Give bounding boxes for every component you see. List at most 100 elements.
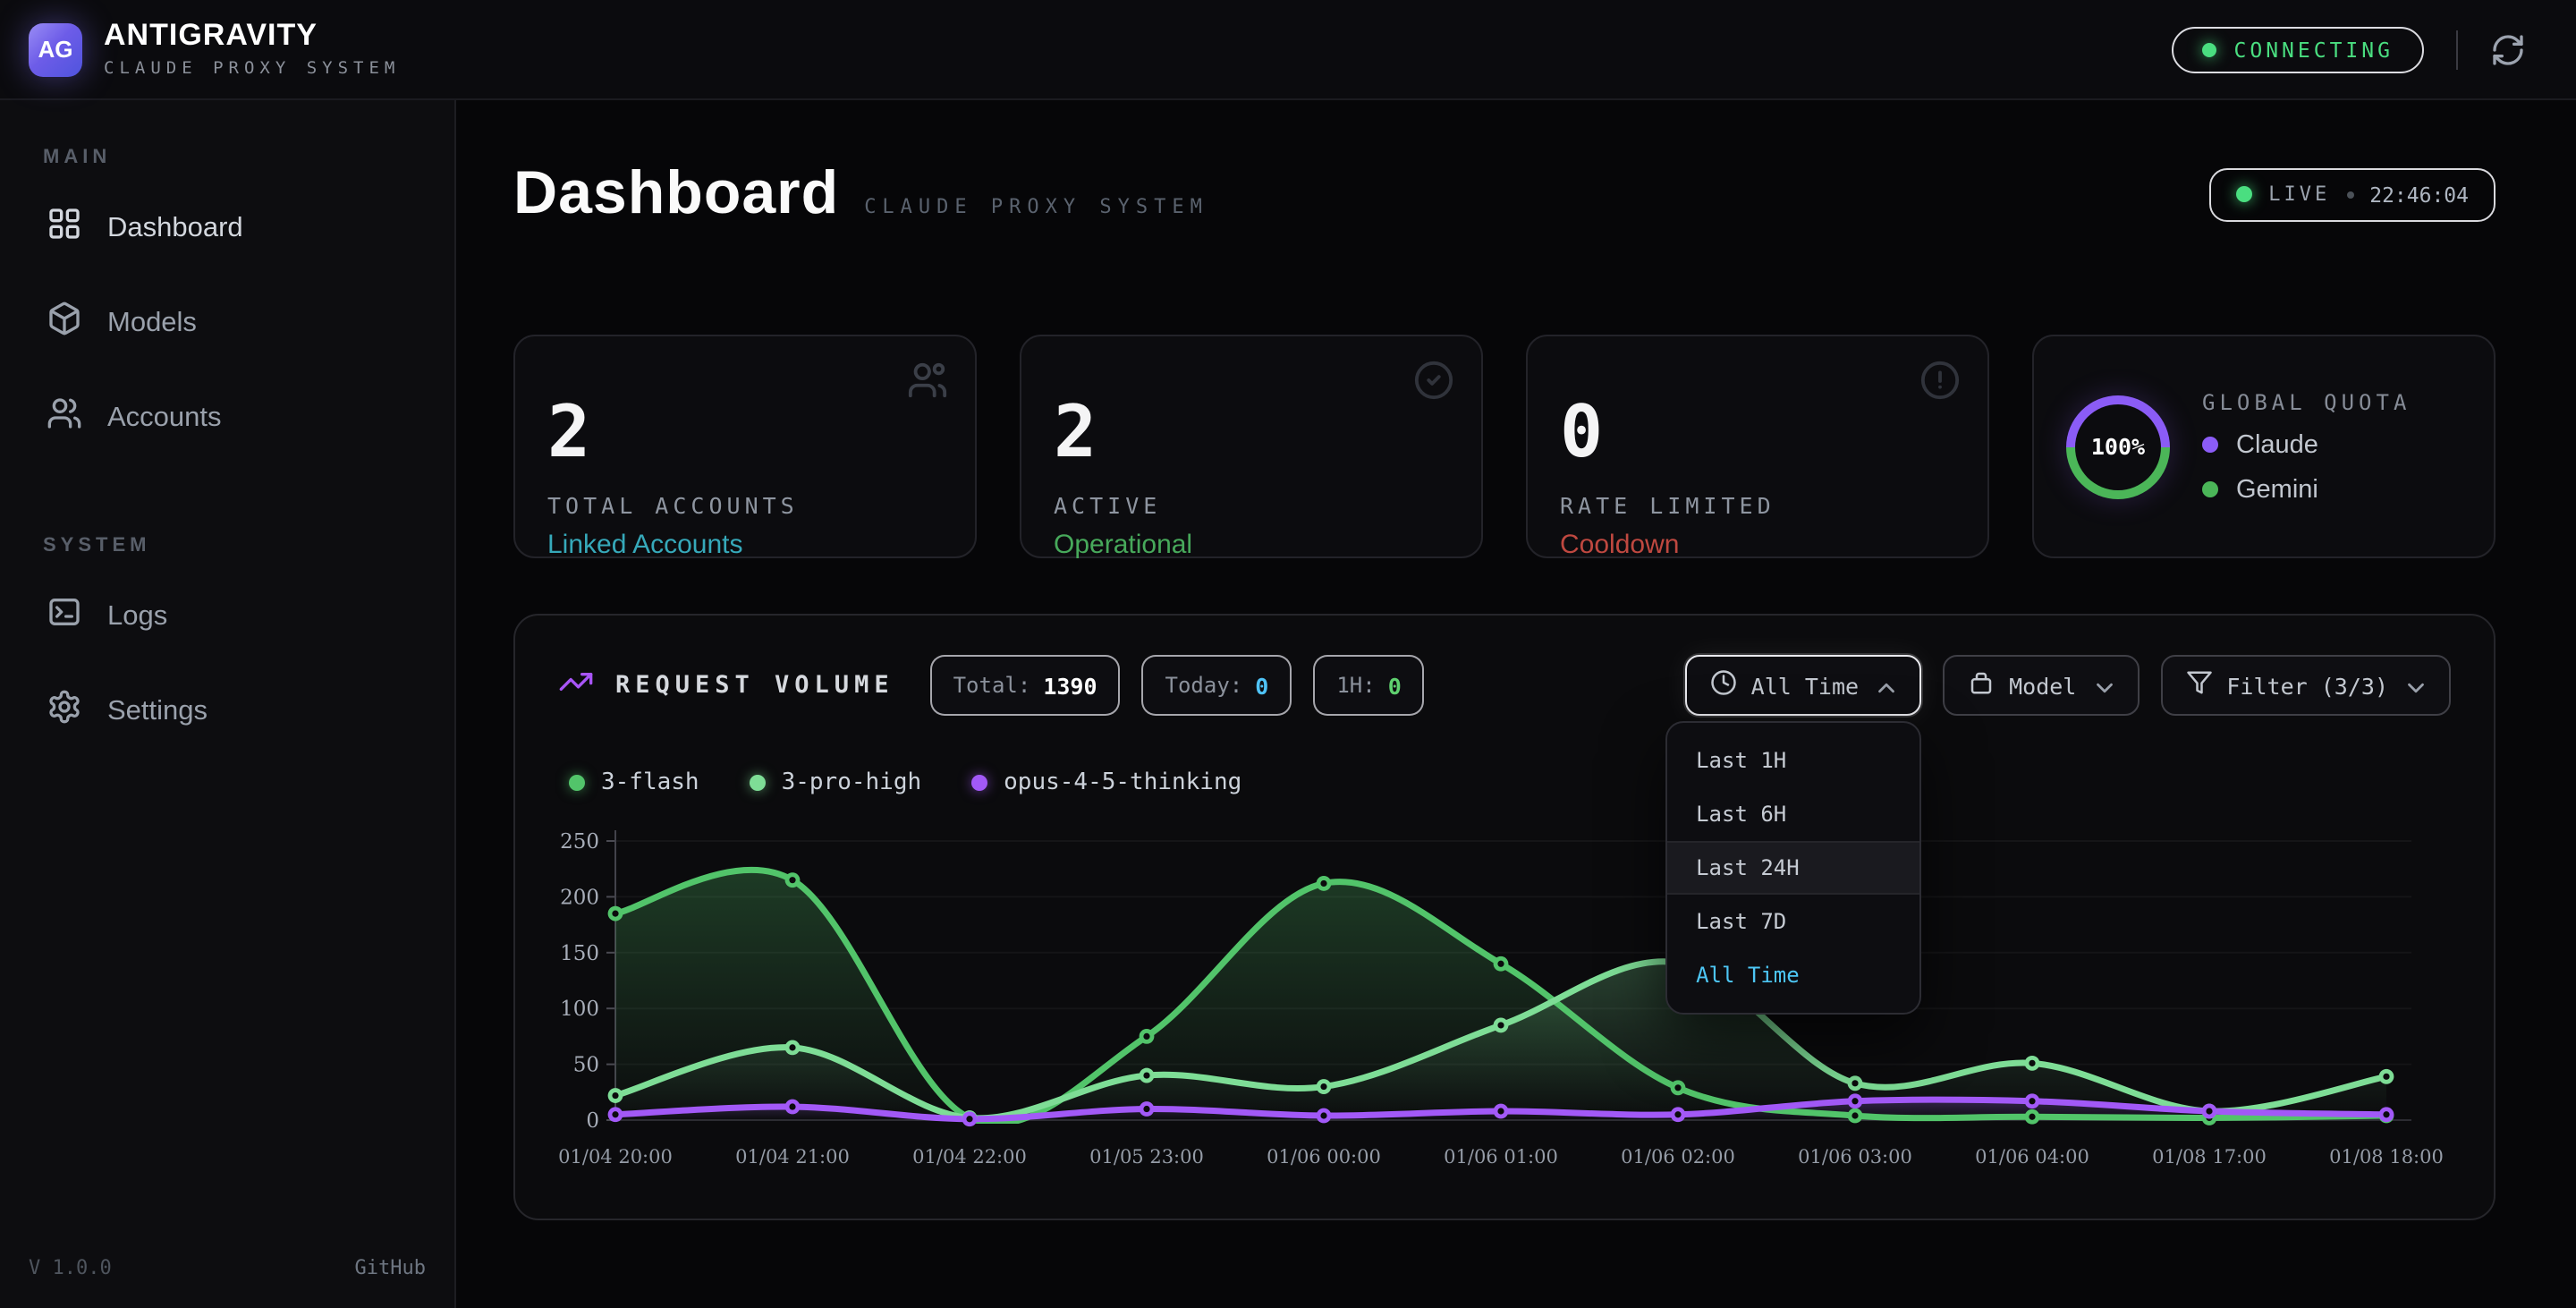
stat-cards-row: 2 TOTAL ACCOUNTS Linked Accounts 2 ACTIV…	[513, 335, 2496, 558]
stat-value: 0	[1560, 397, 1955, 469]
layout-grid-icon	[47, 206, 82, 251]
app-subtitle: CLAUDE PROXY SYSTEM	[104, 59, 400, 79]
svg-text:01/06 00:00: 01/06 00:00	[1267, 1146, 1381, 1168]
svg-text:01/06 03:00: 01/06 03:00	[1798, 1146, 1912, 1168]
sidebar-item-logs[interactable]: Logs	[29, 574, 426, 658]
chip-value: 0	[1255, 672, 1268, 699]
quota-item-gemini: Gemini	[2202, 475, 2411, 504]
svg-text:01/08 18:00: 01/08 18:00	[2329, 1146, 2444, 1168]
cube-icon	[47, 301, 82, 345]
total-chip: Total: 1390	[930, 655, 1121, 716]
live-separator-dot	[2346, 191, 2353, 198]
sidebar-item-models[interactable]: Models	[29, 281, 426, 365]
sidebar-item-label: Models	[107, 307, 197, 339]
svg-text:150: 150	[560, 942, 599, 965]
refresh-icon[interactable]	[2490, 31, 2526, 67]
panel-header: REQUEST VOLUME Total: 1390 Today: 0 1H: …	[558, 655, 2451, 716]
live-label: LIVE	[2268, 183, 2330, 206]
stat-sublabel: Cooldown	[1560, 530, 1955, 560]
svg-text:100: 100	[560, 998, 599, 1021]
gemini-dot	[2202, 481, 2218, 497]
users-icon	[907, 360, 948, 410]
clock-icon	[1710, 669, 1737, 701]
svg-text:50: 50	[573, 1054, 599, 1077]
live-status-badge: LIVE 22:46:04	[2209, 167, 2496, 221]
page-subtitle: CLAUDE PROXY SYSTEM	[864, 195, 1208, 218]
svg-text:0: 0	[586, 1109, 599, 1133]
trending-up-icon	[558, 664, 594, 707]
check-circle-icon	[1413, 360, 1454, 410]
chart-legend: 3-flash 3-pro-high opus-4-5-thinking	[569, 769, 2451, 796]
quota-item-label: Gemini	[2236, 475, 2318, 504]
stat-label: RATE LIMITED	[1560, 492, 1955, 519]
dropdown-item-last-1h[interactable]: Last 1H	[1667, 734, 1919, 787]
chip-label: 1H:	[1336, 673, 1375, 698]
connection-label: CONNECTING	[2234, 37, 2394, 62]
request-volume-panel: REQUEST VOLUME Total: 1390 Today: 0 1H: …	[513, 614, 2496, 1220]
live-clock: 22:46:04	[2369, 182, 2469, 207]
dropdown-item-all-time[interactable]: All Time	[1667, 948, 1919, 1002]
app-window: AG ANTIGRAVITY CLAUDE PROXY SYSTEM CONNE…	[0, 0, 2576, 1308]
svg-text:01/05 23:00: 01/05 23:00	[1089, 1146, 1204, 1168]
topbar-actions: CONNECTING	[2172, 26, 2527, 72]
quota-item-label: Claude	[2236, 430, 2318, 459]
one-hour-chip: 1H: 0	[1313, 655, 1424, 716]
series-dot	[750, 775, 766, 791]
legend-label: opus-4-5-thinking	[1004, 769, 1241, 796]
sidebar: MAIN Dashboard Models	[0, 100, 456, 1308]
app-logo-text: AG	[38, 36, 73, 63]
sidebar-section-system: SYSTEM	[43, 535, 411, 556]
dropdown-item-last-7d[interactable]: Last 7D	[1667, 895, 1919, 948]
chevron-up-icon	[1873, 674, 1896, 697]
connection-status: CONNECTING	[2172, 26, 2425, 72]
sidebar-item-label: Accounts	[107, 402, 222, 434]
chevron-down-icon	[2090, 674, 2114, 697]
quota-title: GLOBAL QUOTA	[2202, 389, 2411, 414]
time-range-dropdown: Last 1H Last 6H Last 24H Last 7D All Tim…	[1665, 721, 1921, 1015]
quota-legend: GLOBAL QUOTA Claude Gemini	[2202, 389, 2411, 504]
sidebar-section-main: MAIN	[43, 147, 411, 168]
stat-card-rate-limited: 0 RATE LIMITED Cooldown	[1526, 335, 1989, 558]
legend-label: 3-flash	[601, 769, 699, 796]
sidebar-item-accounts[interactable]: Accounts	[29, 376, 426, 460]
claude-dot	[2202, 437, 2218, 453]
today-chip: Today: 0	[1142, 655, 1292, 716]
connection-dot	[2202, 42, 2216, 56]
page-header: Dashboard CLAUDE PROXY SYSTEM LIVE 22:46…	[513, 159, 2496, 229]
app-name: ANTIGRAVITY	[104, 20, 400, 53]
sidebar-item-label: Logs	[107, 600, 167, 633]
page-title-group: Dashboard CLAUDE PROXY SYSTEM	[513, 159, 1208, 229]
time-range-button[interactable]: All Time	[1685, 655, 1921, 716]
sidebar-item-dashboard[interactable]: Dashboard	[29, 186, 426, 270]
chip-value: 1390	[1043, 672, 1097, 699]
dropdown-item-last-24h[interactable]: Last 24H	[1667, 841, 1919, 895]
model-box-icon	[1968, 669, 1995, 701]
sidebar-footer: V 1.0.0 GitHub	[29, 1256, 426, 1279]
svg-text:01/06 04:00: 01/06 04:00	[1975, 1146, 2089, 1168]
users-icon	[47, 395, 82, 440]
legend-item-opus-4-5-thinking[interactable]: opus-4-5-thinking	[971, 769, 1241, 796]
stat-value: 2	[547, 397, 943, 469]
legend-item-3-pro-high[interactable]: 3-pro-high	[750, 769, 922, 796]
gear-icon	[47, 689, 82, 734]
chevron-down-icon	[2402, 674, 2426, 697]
live-dot	[2236, 186, 2252, 202]
global-quota-card: 100% GLOBAL QUOTA Claude Gemini	[2032, 335, 2496, 558]
stat-chips: Total: 1390 Today: 0 1H: 0	[930, 655, 1425, 716]
dropdown-item-last-6h[interactable]: Last 6H	[1667, 787, 1919, 841]
stat-sublabel: Linked Accounts	[547, 530, 943, 560]
svg-text:200: 200	[560, 886, 599, 909]
sidebar-item-settings[interactable]: Settings	[29, 669, 426, 753]
quota-percent: 100%	[2091, 433, 2145, 460]
panel-title: REQUEST VOLUME	[615, 671, 894, 700]
stat-card-active: 2 ACTIVE Operational	[1020, 335, 1483, 558]
model-button[interactable]: Model	[1943, 655, 2139, 716]
page-title: Dashboard	[513, 159, 839, 229]
model-button-label: Model	[2009, 672, 2076, 699]
request-volume-chart: 05010015020025001/04 20:0001/04 21:0001/…	[558, 820, 2453, 1199]
series-dot	[569, 775, 585, 791]
stat-card-total-accounts: 2 TOTAL ACCOUNTS Linked Accounts	[513, 335, 977, 558]
github-link[interactable]: GitHub	[355, 1256, 427, 1279]
filter-button[interactable]: Filter (3/3)	[2160, 655, 2451, 716]
legend-item-3-flash[interactable]: 3-flash	[569, 769, 699, 796]
